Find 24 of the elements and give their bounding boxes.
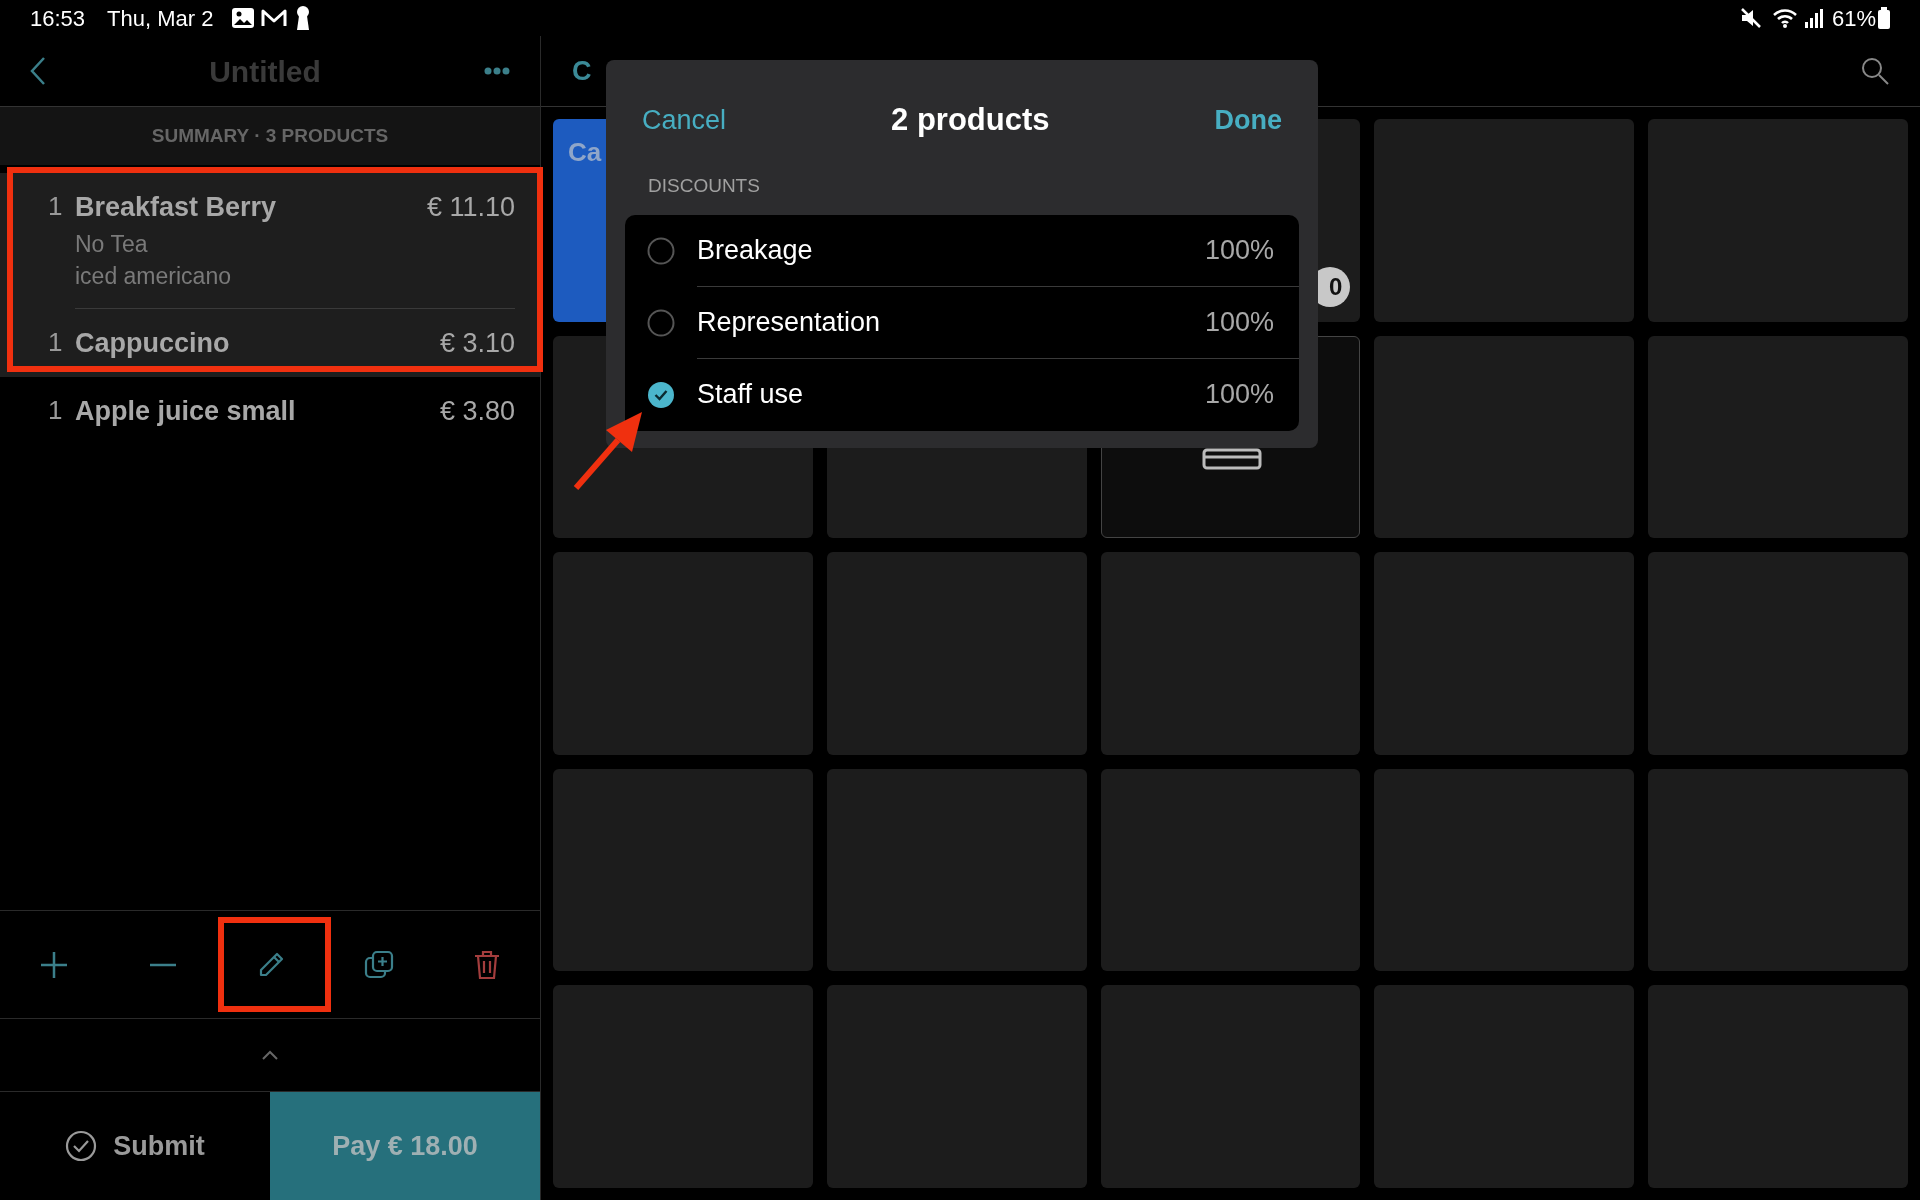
status-time: 16:53 [30, 4, 86, 33]
option-value: 100% [1204, 305, 1274, 339]
item-quantity: 1 [48, 325, 64, 359]
battery-percent: 61% [1831, 4, 1876, 33]
option-value: 100% [1204, 378, 1274, 412]
status-date: Thu, Mar 2 [107, 4, 214, 33]
option-label: Representation [697, 305, 881, 339]
dialog-title: 2 products [891, 100, 1050, 139]
item-price: € 3.80 [439, 395, 515, 428]
item-price: € 11.10 [426, 191, 515, 224]
option-value: 100% [1204, 233, 1274, 267]
item-modifier: No Tea [75, 229, 149, 259]
option-label: Breakage [697, 233, 813, 267]
item-name: Breakfast Berry [75, 191, 277, 224]
item-quantity: 1 [48, 394, 64, 427]
item-modifier: iced americano [75, 261, 232, 291]
option-label: Staff use [697, 378, 804, 412]
item-name: Cappuccino [75, 326, 230, 360]
summary-label: SUMMARY · 3 PRODUCTS [151, 123, 389, 148]
section-header: DISCOUNTS [647, 174, 761, 198]
order-title: Untitled [208, 53, 322, 90]
item-price: € 3.10 [439, 326, 515, 360]
item-name: Apple juice small [75, 395, 296, 428]
item-quantity: 1 [48, 190, 64, 223]
